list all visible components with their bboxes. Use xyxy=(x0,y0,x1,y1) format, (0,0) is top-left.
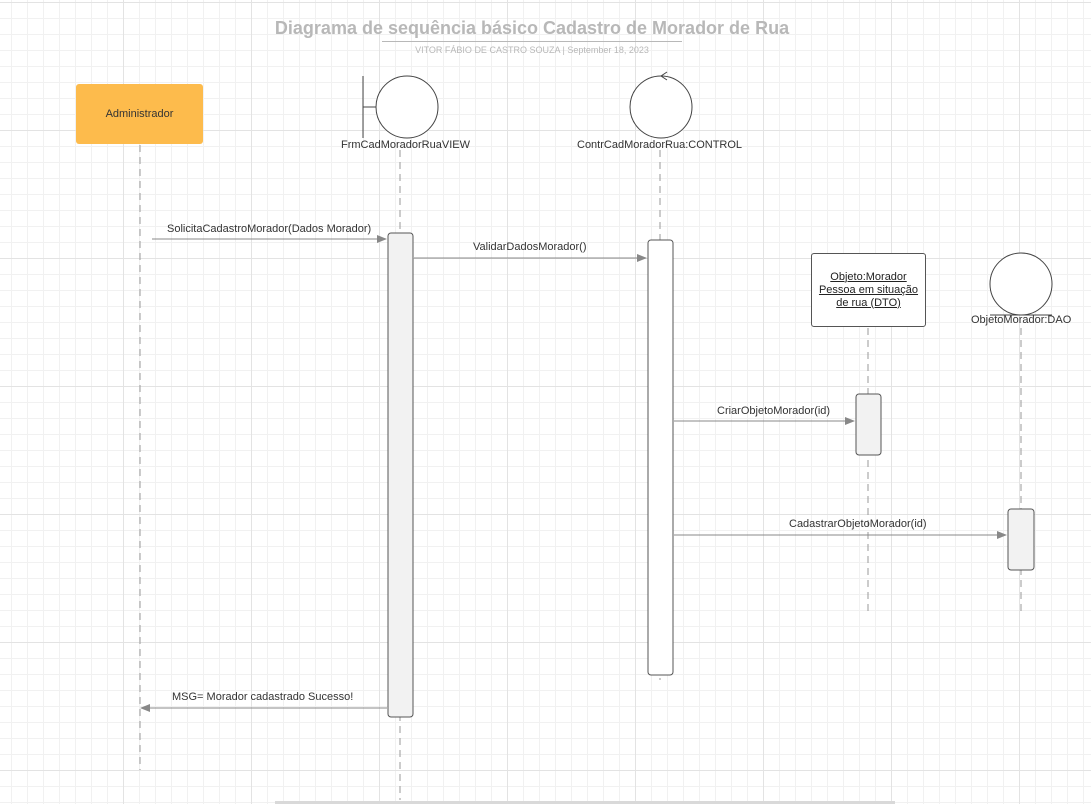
entity-icon xyxy=(989,252,1053,316)
return-label-5: MSG= Morador cadastrado Sucesso! xyxy=(172,691,354,703)
message-label-4: CadastrarObjetoMorador(id) xyxy=(789,518,927,530)
message-label-1: SolicitaCadastroMorador(Dados Morador) xyxy=(167,223,372,235)
entity-label-line2: Pessoa em situação xyxy=(818,283,919,296)
activation-dao xyxy=(1007,508,1035,571)
activation-view xyxy=(387,232,414,718)
entity-object-box[interactable]: Objeto:Morador Pessoa em situação de rua… xyxy=(811,253,926,327)
control-icon xyxy=(629,71,693,139)
dao-label: ObjetoMorador:DAO xyxy=(971,314,1072,326)
actor-administrador[interactable]: Administrador xyxy=(76,84,203,144)
message-label-2: ValidarDadosMorador() xyxy=(473,241,587,253)
entity-label-line1: Objeto:Morador xyxy=(830,270,907,283)
view-label: FrmCadMoradorRuaVIEW xyxy=(341,139,470,151)
activation-control xyxy=(647,239,674,676)
message-label-3: CriarObjetoMorador(id) xyxy=(717,405,831,417)
control-label: ContrCadMoradorRua:CONTROL xyxy=(577,139,743,151)
entity-label-line3: de rua (DTO) xyxy=(836,296,901,309)
activation-entity xyxy=(855,393,882,456)
boundary-icon xyxy=(362,75,439,139)
